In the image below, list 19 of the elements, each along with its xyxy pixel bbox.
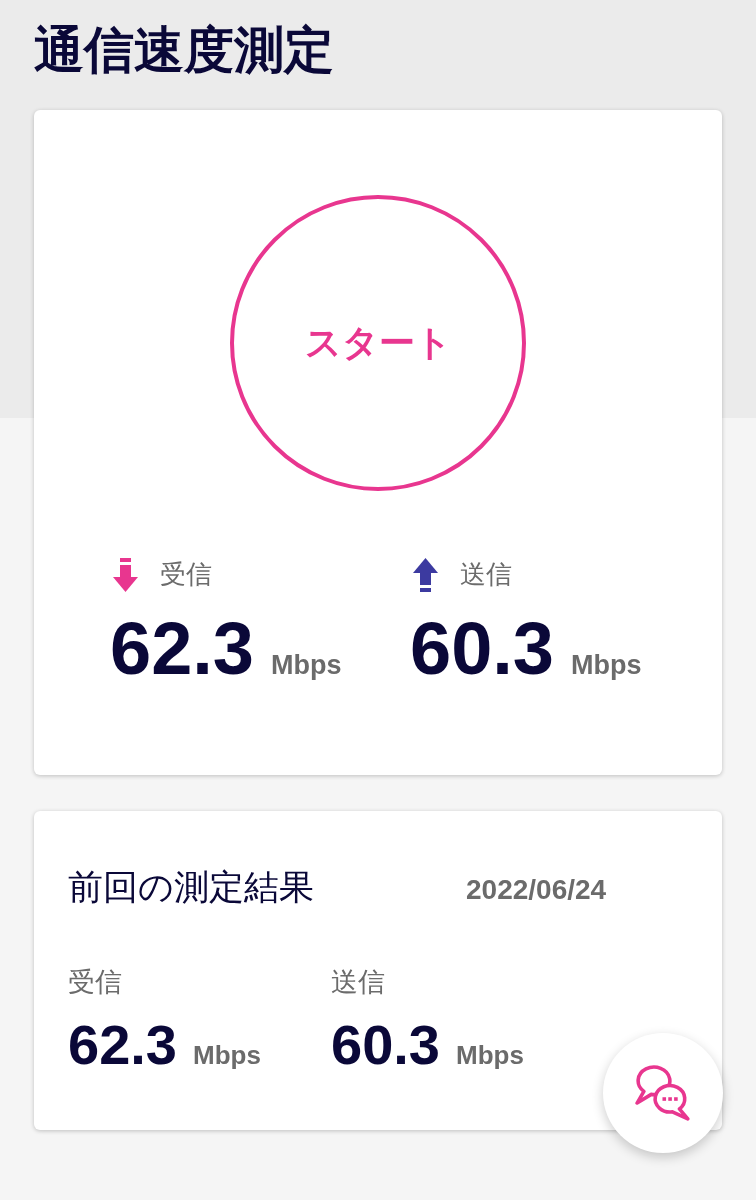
speed-unit: Mbps — [456, 1042, 524, 1068]
upload-arrow-icon — [413, 558, 438, 592]
speed-value: 62.3 — [68, 1017, 177, 1073]
start-button[interactable]: スタート — [230, 195, 526, 491]
speed-value: 60.3 — [331, 1017, 440, 1073]
speed-value: 60.3 — [410, 612, 555, 686]
download-arrow-icon — [113, 558, 138, 592]
metric-label: 送信 — [460, 559, 512, 591]
speed-unit: Mbps — [193, 1042, 261, 1068]
speed-unit: Mbps — [571, 652, 642, 679]
page-title: 通信速度測定 — [34, 20, 334, 81]
speed-unit: Mbps — [271, 652, 342, 679]
speed-value: 62.3 — [110, 612, 255, 686]
result-title: 前回の測定結果 — [68, 866, 315, 908]
chat-bubbles-icon — [635, 1065, 691, 1121]
metric-label: 受信 — [160, 559, 212, 591]
metric-label: 受信 — [68, 965, 122, 999]
metric-label: 送信 — [331, 965, 385, 999]
result-date: 2022/06/24 — [466, 874, 608, 906]
